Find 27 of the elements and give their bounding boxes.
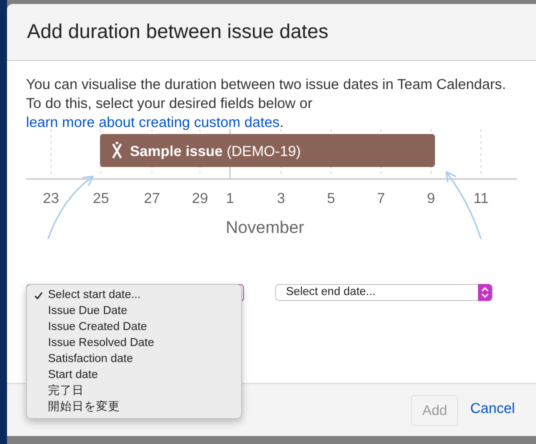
description: You can visualise the duration between two issue dates in Team Calendars. To do this, select your desired fields below or learn more about creating custom dates. (25, 76, 507, 133)
axis-label: 1 (226, 191, 234, 207)
axis-label: 27 (144, 191, 160, 207)
event-title: Sample issue (DEMO-19) (130, 144, 301, 160)
axis-label: 5 (326, 191, 336, 207)
menu-item[interactable]: Select start date... (48, 287, 141, 305)
menu-item[interactable]: Issue Due Date (48, 303, 128, 320)
axis-label: 9 (426, 191, 436, 207)
menu-item[interactable]: 開始日を変更 (48, 398, 120, 416)
dialog-title: Add duration between issue dates (27, 20, 330, 45)
axis-label: 3 (276, 191, 286, 207)
menu-item[interactable]: Start date (48, 366, 98, 384)
menu-item[interactable]: Issue Created Date (48, 319, 148, 336)
menu-item[interactable]: 完了日 (48, 382, 84, 400)
menu-item[interactable]: Satisfaction date (48, 350, 134, 368)
cancel-link[interactable]: Cancel (470, 399, 515, 421)
learn-more-link[interactable]: learn more about creating custom dates (26, 115, 280, 131)
month-label: November (226, 218, 304, 237)
axis-label: 11 (473, 191, 489, 207)
axis-label: 25 (92, 191, 110, 207)
axis-label: 23 (42, 191, 60, 207)
axis-label: 7 (376, 191, 386, 207)
stepper-icon (478, 284, 492, 301)
menu-item[interactable]: Issue Resolved Date (48, 335, 154, 352)
issue-icon (112, 142, 122, 159)
end-date-select[interactable]: Select end date... (275, 284, 493, 301)
axis-label: 29 (192, 191, 208, 207)
